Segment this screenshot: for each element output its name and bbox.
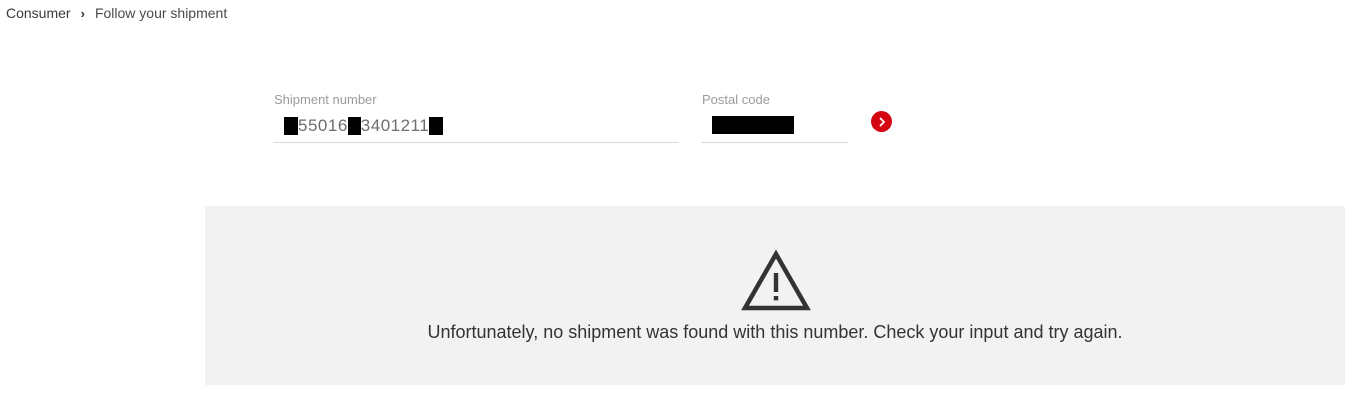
breadcrumb-item-current: Follow your shipment — [94, 5, 228, 21]
result-panel: Unfortunately, no shipment was found wit… — [205, 206, 1345, 385]
redaction-block — [712, 116, 794, 134]
shipment-number-part-1: 55016 — [298, 116, 348, 135]
breadcrumb: Consumer › Follow your shipment — [6, 4, 227, 22]
breadcrumb-separator: › — [80, 5, 85, 21]
redaction-block — [284, 117, 298, 135]
postal-code-input[interactable] — [712, 116, 794, 134]
no-shipment-message: Unfortunately, no shipment was found wit… — [427, 322, 1123, 342]
postal-code-label: Postal code — [702, 92, 770, 107]
shipment-number-input[interactable]: 55016 3401211 — [284, 116, 444, 136]
shipment-number-field[interactable]: Shipment number 55016 3401211 — [273, 92, 679, 143]
redaction-block — [347, 117, 361, 135]
warning-icon — [741, 250, 811, 311]
submit-button[interactable] — [871, 111, 892, 132]
redaction-block — [429, 117, 444, 135]
breadcrumb-item-consumer[interactable]: Consumer — [6, 5, 71, 21]
shipment-number-part-2: 3401211 — [360, 116, 430, 135]
shipment-number-label: Shipment number — [274, 92, 377, 107]
postal-code-field[interactable]: Postal code — [701, 92, 848, 143]
chevron-right-icon — [879, 117, 885, 126]
